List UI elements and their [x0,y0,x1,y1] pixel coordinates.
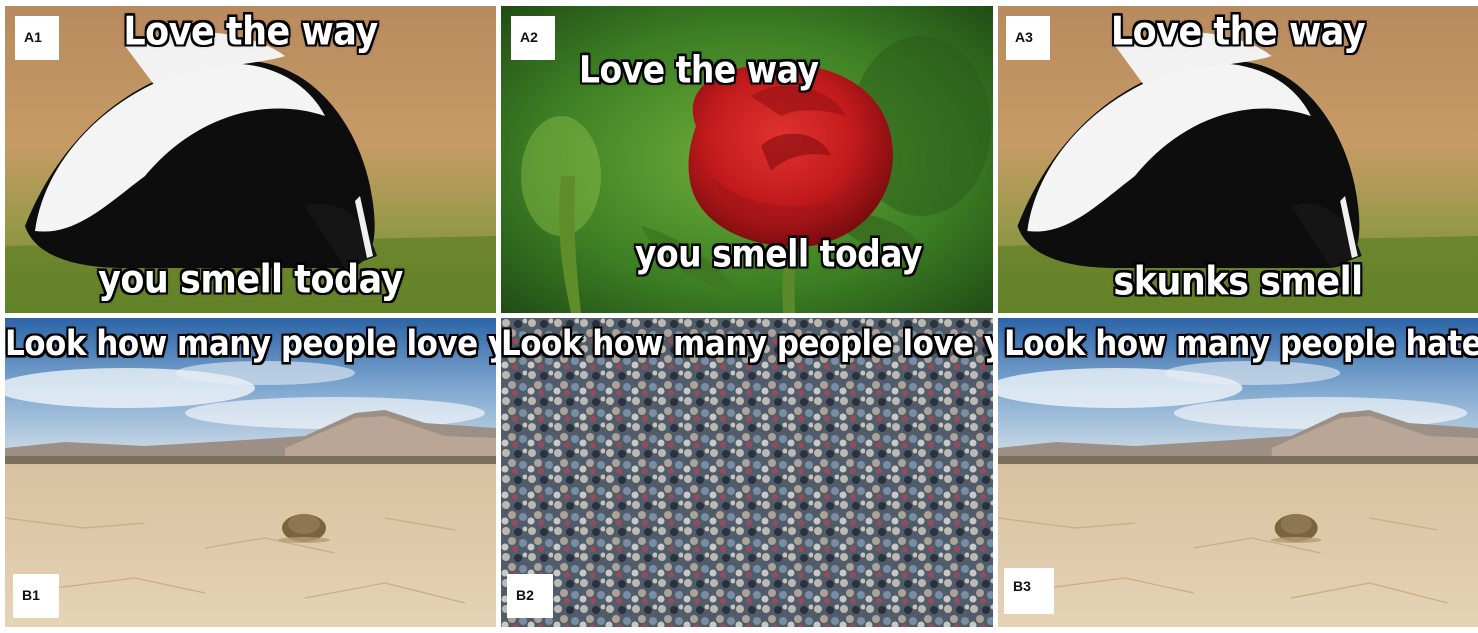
panel-label: A2 [511,16,555,60]
panel-label: B1 [13,574,59,618]
panel-b3-desert: Look how many people hate you B3 [998,318,1478,627]
crowd-image [501,318,993,627]
meme-top-text: Love the way [1110,9,1366,55]
meme-top-text: Love the way [579,47,819,92]
panel-b2-crowd: Look how many people love you B2 [501,318,993,627]
panel-label: B3 [1004,568,1054,614]
desert-image [5,318,496,627]
panel-a3-skunk: A3 Love the way skunks smell [998,6,1478,313]
panel-a2-rose: A2 Love the way you smell today [501,6,993,313]
panel-b1-desert: Look how many people love you B1 [5,318,496,627]
meme-top-text: Look how many people hate you [1004,323,1478,365]
desert-image [998,318,1478,627]
meme-top-text: Look how many people love you [5,323,496,365]
meme-bottom-text: you smell today [635,231,923,276]
meme-top-text: Love the way [123,9,378,55]
panel-a1-skunk: A1 Love the way you smell today [5,6,496,313]
panel-label: B2 [507,574,553,618]
meme-comparison-grid: A1 Love the way you smell today A2 Love … [0,0,1478,633]
meme-bottom-text: skunks smell [1113,259,1363,305]
meme-top-text: Look how many people love you [501,323,993,365]
meme-bottom-text: you smell today [98,257,403,303]
